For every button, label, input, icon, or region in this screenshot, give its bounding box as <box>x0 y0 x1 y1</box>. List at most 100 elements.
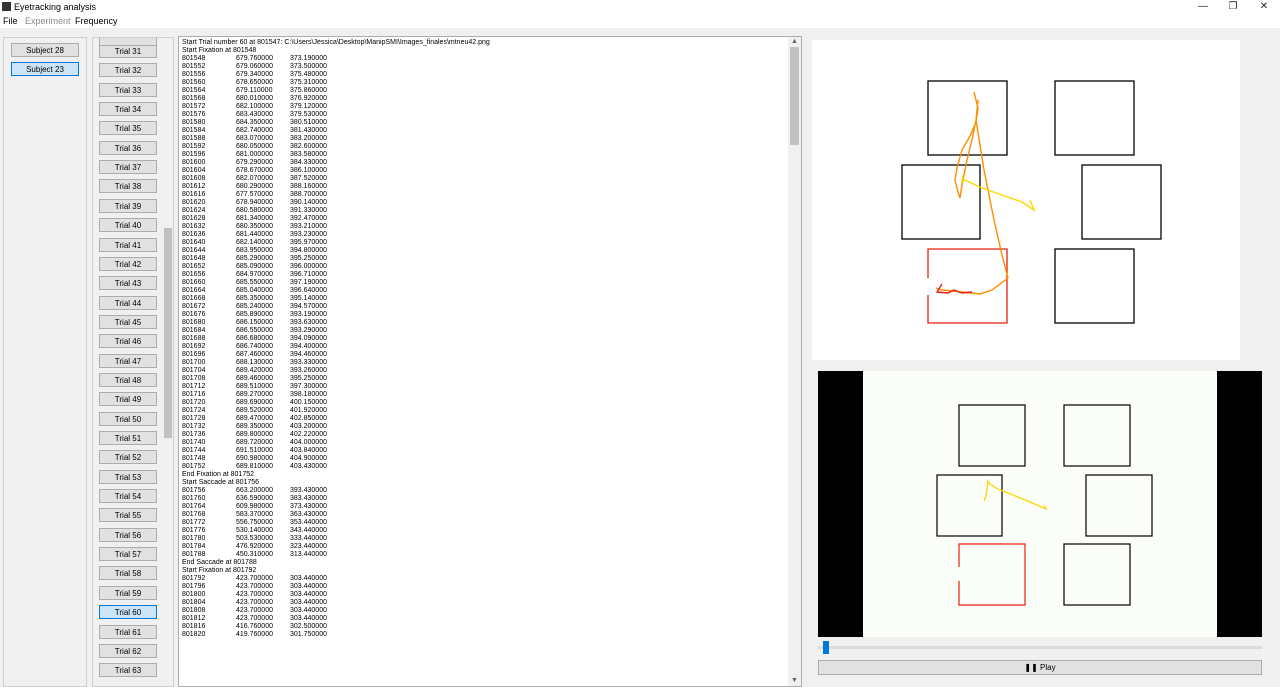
trial-button[interactable]: Trial 56 <box>99 527 157 542</box>
trial-button[interactable]: Trial 45 <box>99 314 157 329</box>
trial-button[interactable]: Trial 58 <box>99 566 157 581</box>
log-sample-row: 801624 680.580000 391.330000 <box>182 207 490 215</box>
trial-button[interactable]: Trial 36 <box>99 140 157 155</box>
timestamp-cell: 801652 <box>182 263 206 270</box>
log-sample-row: 801760 636.590000 383.430000 <box>182 495 490 503</box>
trial-button[interactable]: Trial 35 <box>99 121 157 136</box>
trial-button[interactable]: Trial 43 <box>99 276 157 291</box>
scroll-up-icon[interactable]: ▲ <box>789 37 800 47</box>
timestamp-cell: 801756 <box>182 487 206 494</box>
trial-button[interactable]: Trial 46 <box>99 334 157 349</box>
y-cell: 375.480000 <box>290 71 327 78</box>
y-cell: 383.430000 <box>290 495 327 502</box>
y-cell: 402.220000 <box>290 431 327 438</box>
trial-button[interactable]: Trial 49 <box>99 392 157 407</box>
trial-button[interactable]: Trial 32 <box>99 63 157 78</box>
scrollbar-thumb[interactable] <box>790 47 799 145</box>
trial-button[interactable]: Trial 40 <box>99 218 157 233</box>
timestamp-cell: 801752 <box>182 463 206 470</box>
y-cell: 386.100000 <box>290 167 327 174</box>
playback-slider-handle[interactable] <box>823 641 830 654</box>
trial-button-partial[interactable] <box>99 38 157 46</box>
y-cell: 391.330000 <box>290 207 327 214</box>
trial-button[interactable]: Trial 57 <box>99 547 157 562</box>
scroll-down-icon[interactable]: ▼ <box>789 676 800 686</box>
timestamp-cell: 801676 <box>182 311 206 318</box>
x-cell: 682.100000 <box>236 103 273 110</box>
maximize-icon[interactable]: ❐ <box>1218 0 1248 14</box>
log-sample-row: 801748 690.980000 404.900000 <box>182 455 490 463</box>
timestamp-cell: 801816 <box>182 623 206 630</box>
menu-frequency[interactable]: Frequency <box>75 15 118 27</box>
trial-button[interactable]: Trial 53 <box>99 469 157 484</box>
trial-button[interactable]: Trial 42 <box>99 256 157 271</box>
timestamp-cell: 801672 <box>182 303 206 310</box>
trial-button[interactable]: Trial 41 <box>99 237 157 252</box>
pause-icon: ❚❚ <box>1024 663 1038 672</box>
saccade-path <box>954 91 979 199</box>
trial-button[interactable]: Trial 44 <box>99 295 157 310</box>
y-cell: 303.440000 <box>290 583 327 590</box>
trial-log-textarea[interactable]: Start Trial number 60 at 801547: C:\User… <box>178 36 802 687</box>
trial-button-selected[interactable]: Trial 60 <box>99 605 157 620</box>
trial-button[interactable]: Trial 47 <box>99 353 157 368</box>
trial-button[interactable]: Trial 50 <box>99 411 157 426</box>
trial-button[interactable]: Trial 54 <box>99 489 157 504</box>
x-cell: 678.940000 <box>236 199 273 206</box>
x-cell: 690.980000 <box>236 455 273 462</box>
log-sample-row: 801564 679.110000 375.860000 <box>182 87 490 95</box>
log-sample-row: 801728 689.470000 402.850000 <box>182 415 490 423</box>
subject-button[interactable]: Subject 28 <box>11 43 79 57</box>
x-cell: 689.350000 <box>236 423 273 430</box>
trial-button[interactable]: Trial 34 <box>99 102 157 117</box>
y-cell: 313.440000 <box>290 551 327 558</box>
y-cell: 396.710000 <box>290 271 327 278</box>
y-cell: 302.500000 <box>290 623 327 630</box>
y-cell: 394.460000 <box>290 351 327 358</box>
log-sample-row: 801820 419.760000 301.750000 <box>182 631 490 639</box>
playback-slider[interactable] <box>818 646 1262 649</box>
log-sample-row: 801772 556.750000 353.440000 <box>182 519 490 527</box>
trial-button[interactable]: Trial 52 <box>99 450 157 465</box>
log-scrollbar[interactable]: ▲ ▼ <box>788 37 801 686</box>
trial-button[interactable]: Trial 62 <box>99 643 157 658</box>
trial-button[interactable]: Trial 55 <box>99 508 157 523</box>
log-event-line: Start Saccade at 801756 <box>182 479 260 486</box>
log-event-line: Start Fixation at 801548 <box>182 47 257 54</box>
trial-button[interactable]: Trial 59 <box>99 585 157 600</box>
menu-file[interactable]: File <box>3 15 18 27</box>
timestamp-cell: 801624 <box>182 207 206 214</box>
trial-button[interactable]: Trial 39 <box>99 198 157 213</box>
trial-button[interactable]: Trial 38 <box>99 179 157 194</box>
trial-button[interactable]: Trial 48 <box>99 372 157 387</box>
log-sample-row: 801716 689.270000 398.180000 <box>182 391 490 399</box>
subject-button-selected[interactable]: Subject 23 <box>11 62 79 76</box>
timestamp-cell: 801788 <box>182 551 206 558</box>
x-cell: 680.580000 <box>236 207 273 214</box>
trial-button[interactable]: Trial 31 <box>99 44 157 58</box>
y-cell: 395.250000 <box>290 255 327 262</box>
trial-button[interactable]: Trial 33 <box>99 82 157 97</box>
trial-button[interactable]: Trial 51 <box>99 431 157 445</box>
stimulus-image <box>863 371 1217 637</box>
log-content: Start Trial number 60 at 801547: C:\User… <box>182 39 490 639</box>
timestamp-cell: 801628 <box>182 215 206 222</box>
y-cell: 393.290000 <box>290 327 327 334</box>
trial-button[interactable]: Trial 61 <box>99 624 157 639</box>
x-cell: 679.290000 <box>236 159 273 166</box>
minimize-icon[interactable]: — <box>1188 0 1218 14</box>
trial-button[interactable]: Trial 37 <box>99 160 157 175</box>
scanpath-plot <box>812 40 1240 360</box>
x-cell: 636.590000 <box>236 495 273 502</box>
log-sample-row: 801588 683.070000 383.200000 <box>182 135 490 143</box>
log-sample-row: 801740 689.720000 404.000000 <box>182 439 490 447</box>
scrollbar-thumb[interactable] <box>164 228 172 438</box>
y-cell: 403.200000 <box>290 423 327 430</box>
play-button[interactable]: ❚❚ Play <box>818 660 1262 675</box>
y-cell: 394.090000 <box>290 335 327 342</box>
trial-button[interactable]: Trial 63 <box>99 663 157 678</box>
log-sample-row: 801560 678.650000 375.310000 <box>182 79 490 87</box>
trial-list-scrollbar[interactable] <box>163 38 173 686</box>
close-icon[interactable]: ✕ <box>1249 0 1279 14</box>
x-cell: 682.740000 <box>236 127 273 134</box>
